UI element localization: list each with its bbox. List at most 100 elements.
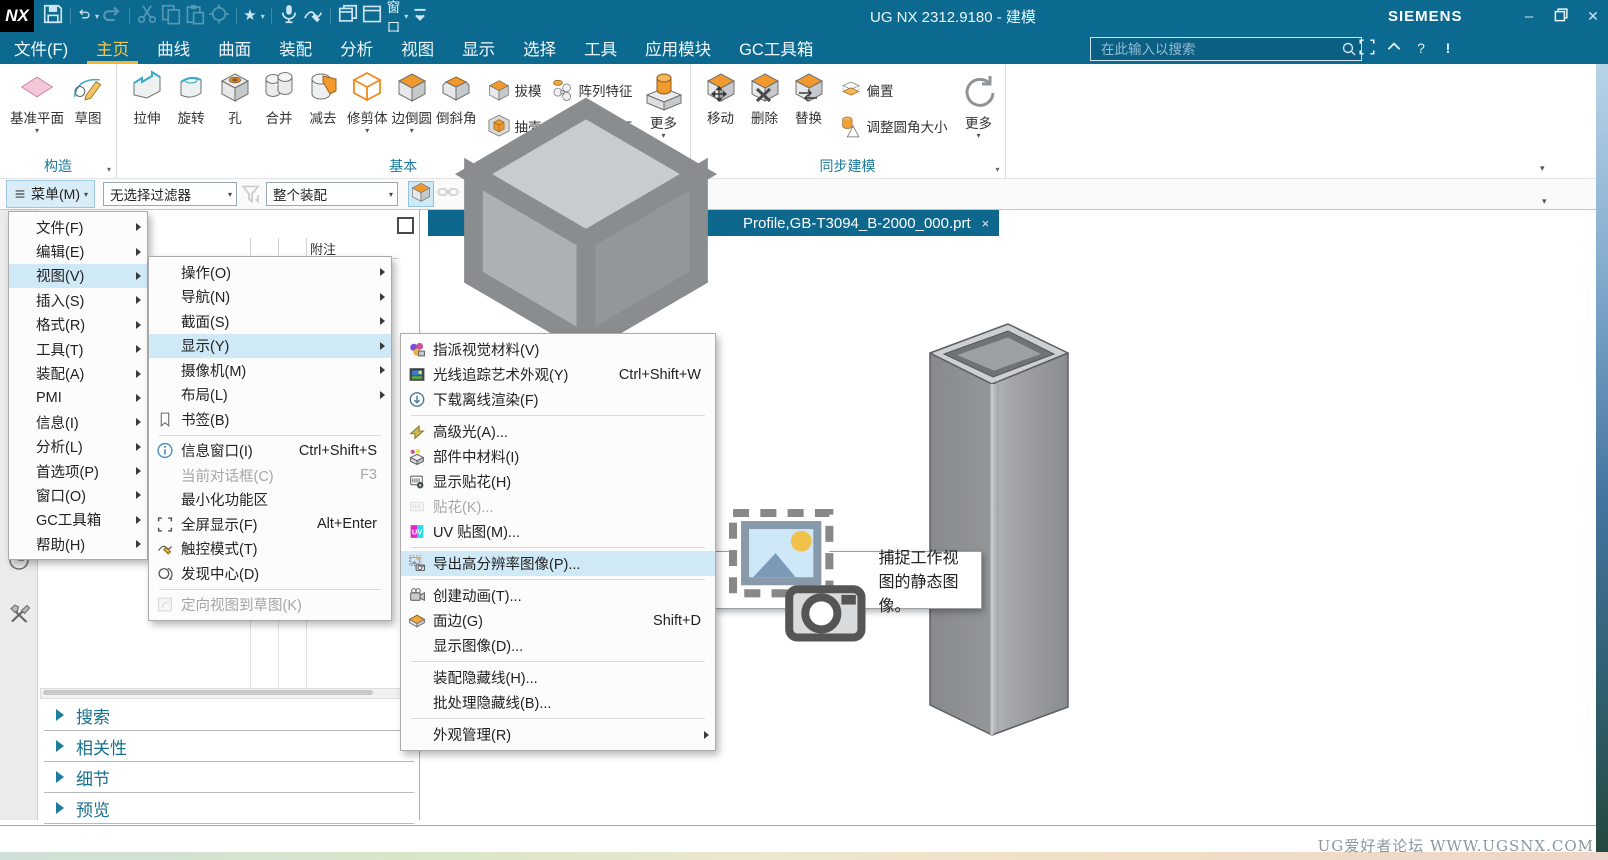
quick-access-button[interactable]	[361, 5, 383, 27]
menu-item[interactable]: 显示图像(D)...	[401, 633, 715, 658]
window-control-button[interactable]: –	[1520, 7, 1538, 25]
menu-item[interactable]: 批处理隐藏线(B)...	[401, 690, 715, 715]
ribbon-button[interactable]: 合并▾	[257, 68, 301, 128]
menu-button[interactable]: 菜单(M) ▾	[6, 180, 96, 208]
window-control-button[interactable]: ✕	[1584, 7, 1602, 25]
collapsible-section[interactable]: 搜索	[44, 700, 414, 731]
menu-item[interactable]: 当前对话框(C) F3	[149, 463, 391, 488]
quick-access-button[interactable]	[409, 5, 431, 27]
menu-item[interactable]: 导出高分辨率图像(P)...	[401, 551, 715, 576]
tab-close-icon[interactable]: ×	[982, 216, 990, 231]
funnel-icon[interactable]	[240, 182, 264, 206]
ribbon-tab[interactable]: 显示	[448, 32, 509, 64]
menu-item[interactable]: 指派视觉材料(V)	[401, 337, 715, 362]
menu-item[interactable]: 发现中心(D)	[149, 561, 391, 586]
header-utility-button[interactable]: ?	[1412, 39, 1430, 57]
menu-item[interactable]: 触控模式(T)	[149, 537, 391, 562]
scrollbar-thumb[interactable]	[43, 690, 373, 695]
menu-item[interactable]: 截面(S)	[149, 309, 391, 334]
ribbon-tab[interactable]: 主页	[82, 32, 143, 64]
ribbon-small-button[interactable]: 偏置	[835, 72, 951, 108]
group-dialog-caret-icon[interactable]: ▾	[107, 165, 111, 174]
menu-item[interactable]: 光线追踪艺术外观(Y) Ctrl+Shift+W	[401, 362, 715, 387]
ribbon-button[interactable]: 替换▾	[787, 68, 831, 128]
header-utility-button[interactable]	[1385, 39, 1403, 57]
menu-item[interactable]: 定向视图到草图(K)	[149, 593, 391, 618]
dropdown-caret-icon[interactable]: ▾	[35, 127, 39, 135]
ribbon-tab[interactable]: 曲面	[204, 32, 265, 64]
menu-item[interactable]: 操作(O)	[149, 260, 391, 285]
menu-item[interactable]: 工具(T)	[9, 337, 147, 361]
ribbon-tab[interactable]: 工具	[570, 32, 631, 64]
horizontal-scrollbar[interactable]	[40, 688, 414, 699]
menu-item[interactable]: 分析(L)	[9, 435, 147, 459]
quick-access-button[interactable]	[42, 4, 64, 27]
collapsible-section[interactable]: 相关性	[44, 731, 414, 762]
dropdown-caret-icon[interactable]: ▾	[410, 127, 414, 135]
menu-item[interactable]: 信息窗口(I) Ctrl+Shift+S	[149, 439, 391, 464]
menu-item[interactable]: 窗口(O)	[9, 483, 147, 507]
quick-access-button[interactable]	[278, 4, 300, 27]
quick-access-button[interactable]	[101, 5, 123, 27]
group-dialog-caret-icon[interactable]: ▾	[995, 165, 999, 174]
quick-access-button[interactable]	[136, 4, 158, 27]
quick-access-button[interactable]: 窗口	[385, 0, 407, 35]
menu-item[interactable]: 编辑(E)	[9, 239, 147, 263]
menu-item[interactable]: 高级光(A)...	[401, 419, 715, 444]
quick-access-button[interactable]	[184, 4, 206, 27]
search-input[interactable]	[1099, 40, 1341, 58]
menu-item[interactable]: GC工具箱	[9, 508, 147, 532]
header-utility-button[interactable]	[1358, 38, 1376, 57]
customize-tools-icon[interactable]	[7, 602, 31, 626]
ribbon-button[interactable]: 旋转▾	[169, 68, 213, 128]
menu-item[interactable]: 创建动画(T)...	[401, 583, 715, 608]
quick-access-button[interactable]	[77, 5, 99, 27]
ribbon-button[interactable]: 边倒圆 ▾	[390, 68, 435, 135]
ribbon-tab[interactable]: 应用模块	[631, 32, 725, 64]
selection-scope-dropdown[interactable]: 整个装配 ▾	[266, 182, 399, 206]
document-tab[interactable]: Profile,GB-T3094_B-2000_000.prt ×	[428, 97, 1000, 360]
menu-item[interactable]: 导航(N)	[149, 285, 391, 310]
menu-item[interactable]: 书签(B)	[149, 407, 391, 432]
ribbon-button[interactable]: 拉伸▾	[125, 68, 169, 128]
ribbon-button[interactable]: 孔▾	[213, 68, 257, 128]
ribbon-tab[interactable]: 曲线	[143, 32, 204, 64]
ribbon-button[interactable]: 删除▾	[743, 68, 787, 128]
menu-item[interactable]: 面边(G) Shift+D	[401, 608, 715, 633]
menu-item[interactable]: 装配(A)	[9, 361, 147, 385]
menu-item[interactable]: 下载离线渲染(F)	[401, 387, 715, 412]
nx-logo[interactable]: NX	[0, 0, 34, 32]
ribbon-button[interactable]: 草图▾	[66, 68, 110, 128]
ribbon-button[interactable]: 减去▾	[301, 68, 345, 128]
menu-item[interactable]: 插入(S)	[9, 288, 147, 312]
menu-item[interactable]: 布局(L)	[149, 383, 391, 408]
ribbon-tab[interactable]: 文件(F)	[0, 32, 82, 64]
ribbon-small-button[interactable]: 调整圆角大小	[835, 108, 951, 144]
dropdown-caret-icon[interactable]: ▾	[365, 127, 369, 135]
menu-item[interactable]: 装配隐藏线(H)...	[401, 665, 715, 690]
menu-item[interactable]: 帮助(H)	[9, 532, 147, 556]
menu-item[interactable]: 最小化功能区	[149, 488, 391, 513]
header-utility-button[interactable]: !	[1439, 39, 1457, 57]
menu-item[interactable]: 部件中材料(I)	[401, 444, 715, 469]
ribbon-tab[interactable]: 选择	[509, 32, 570, 64]
menu-item[interactable]: 显示贴花(H)	[401, 469, 715, 494]
quick-access-button[interactable]	[160, 4, 182, 27]
collapsible-section[interactable]: 细节	[44, 762, 414, 793]
command-search[interactable]	[1090, 37, 1362, 61]
more-button[interactable]: 更多 ▾	[959, 70, 999, 140]
menu-item[interactable]: 外观管理(R)	[401, 722, 715, 747]
quick-access-button[interactable]	[337, 4, 359, 27]
selection-tool-button[interactable]	[408, 181, 435, 207]
window-control-button[interactable]	[1552, 7, 1570, 25]
ribbon-tab[interactable]: 分析	[326, 32, 387, 64]
menu-item[interactable]: 贴花(K)...	[401, 494, 715, 519]
menu-item[interactable]: 文件(F)	[9, 215, 147, 239]
ribbon-tab[interactable]: GC工具箱	[725, 32, 827, 64]
collapsible-section[interactable]: 预览	[44, 793, 414, 824]
selbar-overflow-caret-icon[interactable]: ▾	[1542, 196, 1547, 207]
ribbon-tab[interactable]: 装配	[265, 32, 326, 64]
ribbon-button[interactable]: 基准平面 ▾	[8, 68, 66, 135]
selection-filter-dropdown[interactable]: 无选择过滤器 ▾	[103, 182, 238, 206]
menu-item[interactable]: UV UV 贴图(M)...	[401, 519, 715, 544]
